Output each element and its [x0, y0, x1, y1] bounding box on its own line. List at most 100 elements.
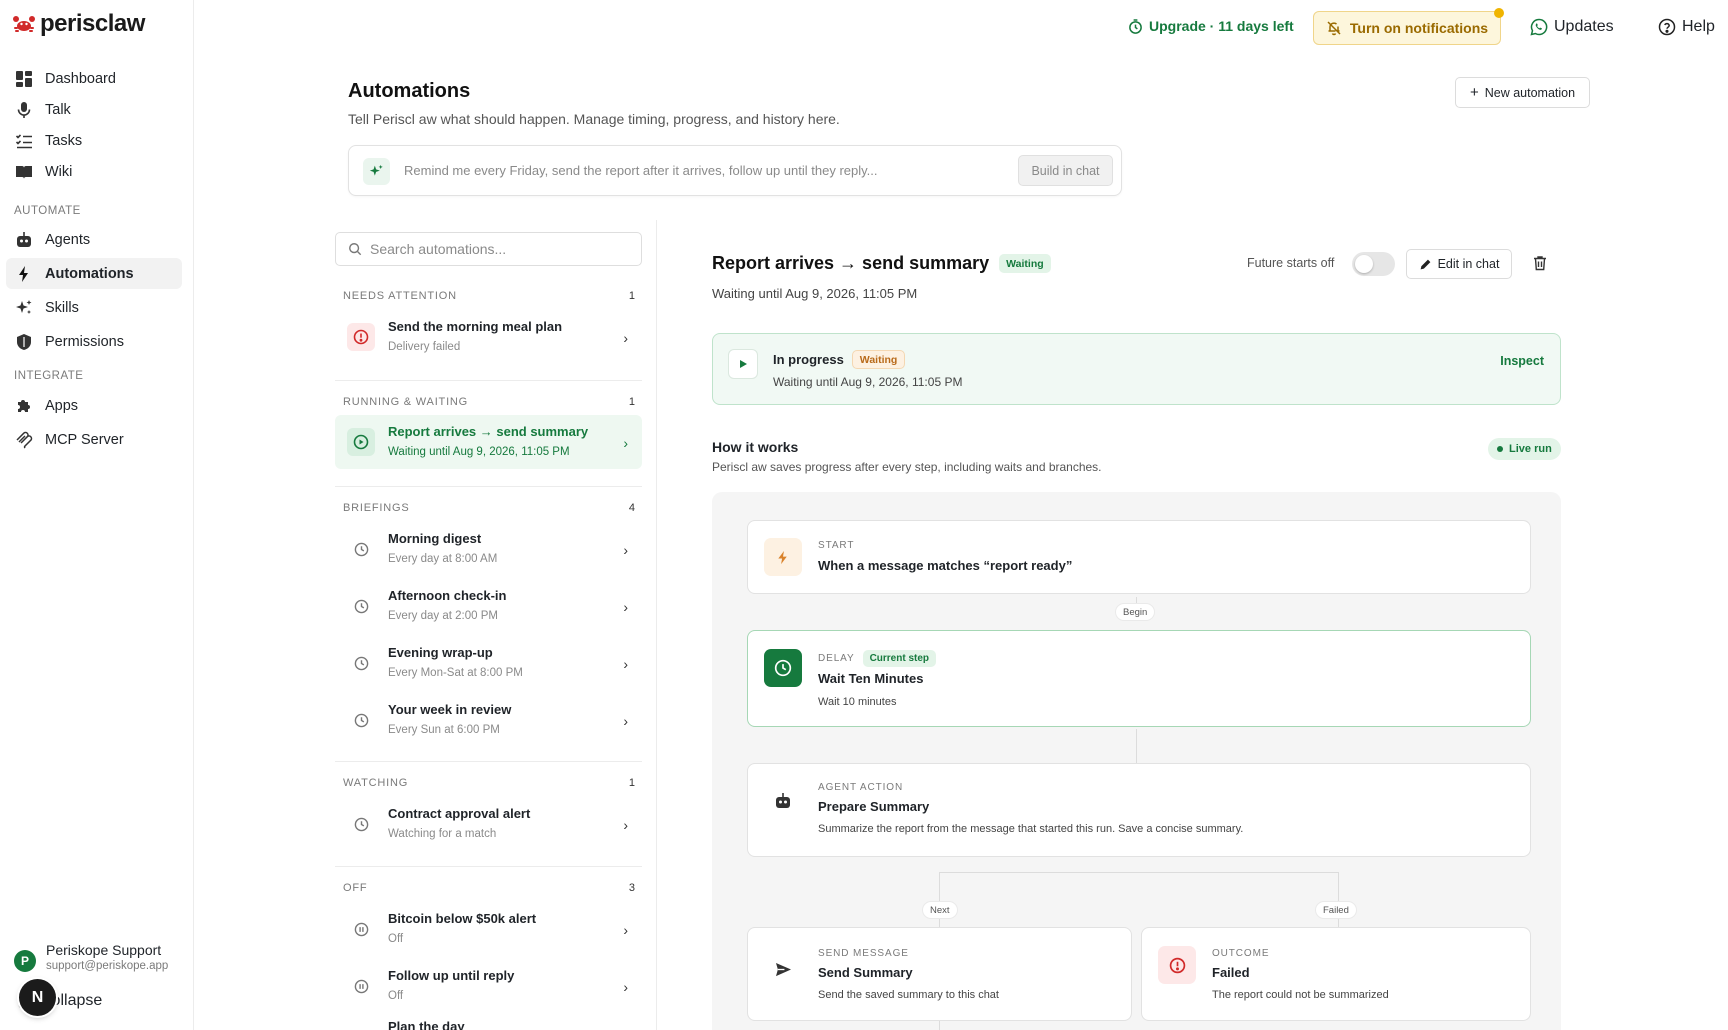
chevron-right-icon: ›: [623, 435, 628, 451]
dashboard-icon: [16, 70, 32, 87]
item-title: Morning digest: [388, 531, 482, 546]
nav-label: Automations: [45, 265, 134, 282]
alert-circle-icon: [347, 323, 375, 351]
item-subtitle: Every Mon-Sat at 8:00 PM: [388, 667, 523, 679]
node-title: Failed: [1212, 965, 1250, 980]
list-item-contract-alert[interactable]: Contract approval alert Watching for a m…: [335, 797, 642, 851]
automation-prompt-box[interactable]: Remind me every Friday, send the report …: [348, 145, 1122, 196]
flow-node-agent-action[interactable]: AGENT ACTION Prepare Summary Summarize t…: [747, 763, 1531, 857]
updates-label: Updates: [1554, 18, 1614, 35]
delete-button[interactable]: [1533, 255, 1547, 276]
divider: [335, 380, 642, 381]
list-item-afternoon-check-in[interactable]: Afternoon check-in Every day at 2:00 PM …: [335, 579, 642, 633]
clock-icon: [347, 592, 375, 620]
list-item-plan-the-day[interactable]: Plan the day: [335, 1016, 642, 1030]
nav-permissions[interactable]: Permissions: [6, 326, 182, 357]
list-item-morning-digest[interactable]: Morning digest Every day at 8:00 AM ›: [335, 522, 642, 576]
upgrade-label: Upgrade · 11 days left: [1149, 18, 1294, 34]
group-count: 1: [628, 777, 635, 789]
edit-in-chat-button[interactable]: Edit in chat: [1406, 249, 1512, 279]
inspect-link[interactable]: Inspect: [1500, 354, 1544, 368]
node-title: When a message matches “report ready”: [818, 558, 1073, 573]
progress-label: In progress: [773, 352, 844, 367]
shield-icon: [17, 333, 31, 350]
app-logo[interactable]: perisclaw: [12, 10, 145, 38]
flow-node-delay[interactable]: DELAY Current step Wait Ten Minutes Wait…: [747, 630, 1531, 727]
user-name: Periskope Support: [46, 942, 162, 958]
notifications-button[interactable]: Turn on notifications: [1313, 8, 1504, 45]
live-dot: [1497, 446, 1503, 452]
user-email: support@periskope.app: [46, 960, 169, 972]
node-kind: SEND MESSAGE: [818, 948, 909, 959]
avatar: P: [14, 950, 36, 972]
node-kind: AGENT ACTION: [818, 782, 904, 793]
nav-apps[interactable]: Apps: [6, 390, 182, 421]
flow-node-outcome[interactable]: OUTCOME Failed The report could not be s…: [1141, 927, 1531, 1021]
nav-automations[interactable]: Automations: [6, 258, 182, 289]
build-in-chat-button[interactable]: Build in chat: [1018, 155, 1113, 186]
list-item-bitcoin-alert[interactable]: Bitcoin below $50k alert Off ›: [335, 902, 642, 956]
list-item-evening-wrap-up[interactable]: Evening wrap-up Every Mon-Sat at 8:00 PM…: [335, 636, 642, 690]
flow-node-send-message[interactable]: SEND MESSAGE Send Summary Send the saved…: [747, 927, 1132, 1021]
edit-label: Edit in chat: [1437, 257, 1500, 271]
run-progress-card: In progress Waiting Waiting until Aug 9,…: [712, 333, 1561, 405]
connector-line: [939, 1020, 940, 1030]
future-starts-toggle[interactable]: [1352, 252, 1395, 276]
help-link[interactable]: Help: [1658, 18, 1715, 36]
group-label: NEEDS ATTENTION: [343, 290, 457, 302]
whatsapp-icon: [1530, 18, 1548, 36]
nav-wiki[interactable]: Wiki: [6, 156, 182, 187]
node-kind: DELAY Current step: [818, 650, 937, 667]
nav-label: Permissions: [45, 333, 124, 350]
divider: [335, 486, 642, 487]
list-item-meal-plan[interactable]: Send the morning meal plan Delivery fail…: [335, 310, 642, 364]
nav-skills[interactable]: Skills: [6, 292, 182, 323]
checklist-icon: [15, 133, 32, 148]
list-item-follow-up[interactable]: Follow up until reply Off ›: [335, 959, 642, 1013]
waiting-badge: Waiting: [851, 350, 906, 369]
prompt-input[interactable]: Remind me every Friday, send the report …: [404, 163, 878, 178]
clock-icon: [347, 649, 375, 677]
list-item-week-in-review[interactable]: Your week in review Every Sun at 6:00 PM…: [335, 693, 642, 747]
flow-node-start[interactable]: START When a message matches “report rea…: [747, 520, 1531, 594]
item-title: Evening wrap-up: [388, 645, 493, 660]
list-item-report-summary[interactable]: Report arrives → send summary Waiting un…: [335, 415, 642, 469]
new-automation-button[interactable]: + New automation: [1455, 77, 1590, 108]
user-profile[interactable]: P Periskope Support support@periskope.ap…: [14, 942, 168, 972]
pencil-icon: [1420, 259, 1430, 269]
item-subtitle: Waiting until Aug 9, 2026, 11:05 PM: [388, 446, 570, 458]
node-kind-label: DELAY: [818, 653, 855, 664]
group-count: 1: [628, 290, 635, 302]
chevron-right-icon: ›: [623, 599, 628, 615]
divider: [335, 761, 642, 762]
detail-title: Report arrives → send summary Waiting: [712, 253, 1051, 274]
nav-talk[interactable]: Talk: [6, 94, 182, 125]
play-icon: [728, 349, 758, 379]
how-it-works-title: How it works: [712, 439, 799, 455]
group-label: WATCHING: [343, 777, 409, 789]
group-needs-attention: NEEDS ATTENTION 1: [343, 290, 635, 302]
nav-tasks[interactable]: Tasks: [6, 125, 182, 156]
node-description: Summarize the report from the message th…: [818, 823, 1244, 835]
nav-mcp-server[interactable]: MCP Server: [6, 424, 182, 455]
upgrade-link[interactable]: Upgrade · 11 days left: [1128, 18, 1294, 34]
item-title: Follow up until reply: [388, 968, 515, 983]
book-icon: [16, 165, 32, 179]
status-badge: Waiting: [999, 254, 1051, 273]
page-subtitle: Tell Periscl aw what should happen. Mana…: [348, 111, 840, 127]
floating-assistant-badge[interactable]: N: [19, 979, 56, 1016]
edge-label-failed: Failed: [1315, 901, 1357, 919]
robot-icon: [17, 231, 31, 247]
item-title: Your week in review: [388, 702, 512, 717]
nav-label: Tasks: [45, 132, 83, 149]
nav-dashboard[interactable]: Dashboard: [6, 63, 182, 94]
updates-link[interactable]: Updates: [1530, 18, 1614, 36]
nav-agents[interactable]: Agents: [6, 224, 182, 255]
group-briefings: BRIEFINGS 4: [343, 502, 635, 514]
item-title: Send the morning meal plan: [388, 319, 563, 334]
node-kind: OUTCOME: [1212, 948, 1270, 959]
search-input[interactable]: Search automations...: [335, 232, 642, 266]
edge-label-begin: Begin: [1115, 603, 1156, 621]
microphone-icon: [17, 101, 31, 118]
toggle-knob: [1355, 255, 1373, 273]
